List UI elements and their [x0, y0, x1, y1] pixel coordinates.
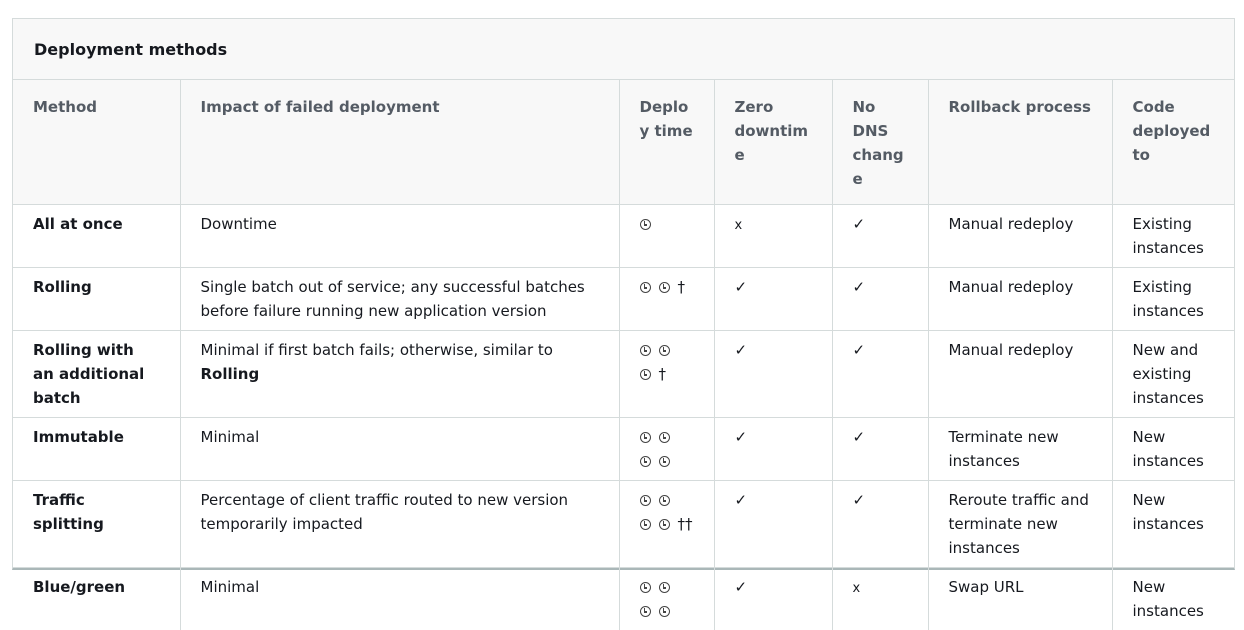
check-icon: ✓ [853, 215, 866, 233]
zero-downtime-cell: ✓ [714, 268, 832, 331]
impact-cell: Single batch out of service; any success… [180, 268, 619, 331]
rollback-process-cell: Manual redeploy [928, 331, 1112, 418]
clock-icon [659, 606, 670, 617]
no-dns-change-cell: ✓ [832, 268, 928, 331]
header-code-deployed-to: Code deployed to [1112, 80, 1234, 205]
code-deployed-to-cell: New instances [1112, 481, 1234, 568]
impact-text: Minimal [201, 578, 260, 596]
deploy-time-cell [619, 418, 714, 481]
clock-icon [659, 582, 670, 593]
no-dns-change-cell: ✓ [832, 418, 928, 481]
code-deployed-to-cell: Existing instances [1112, 268, 1234, 331]
method-cell: Rolling with an additional batch [13, 331, 180, 418]
clock-icon [659, 495, 670, 506]
clock-icon [659, 456, 670, 467]
impact-cell: Minimal [180, 568, 619, 630]
impact-text: Percentage of client traffic routed to n… [201, 491, 569, 533]
clock-icon [659, 519, 670, 530]
impact-cell: Minimal [180, 418, 619, 481]
code-deployed-to-cell: New and existing instances [1112, 331, 1234, 418]
dagger-footnote-mark: †† [678, 515, 693, 533]
impact-text: Downtime [201, 215, 277, 233]
no-dns-change-cell: ✓ [832, 481, 928, 568]
table-row: Immutable Minimal ✓ ✓ Terminate new instance… [13, 418, 1234, 481]
deployment-methods-table: Method Impact of failed deployment Deplo… [13, 80, 1234, 630]
method-cell: Traffic splitting [13, 481, 180, 568]
impact-text: Single batch out of service; any success… [201, 278, 585, 320]
impact-cell: Downtime [180, 205, 619, 268]
method-cell: Blue/green [13, 568, 180, 630]
clock-icon [640, 432, 651, 443]
rollback-process-cell: Swap URL [928, 568, 1112, 630]
deploy-time-cell [619, 568, 714, 630]
deploy-time-cell: † [619, 331, 714, 418]
zero-downtime-cell: ✓ [714, 568, 832, 630]
method-cell: Immutable [13, 418, 180, 481]
cross-icon: x [853, 581, 861, 596]
method-cell: Rolling [13, 268, 180, 331]
dagger-footnote-mark: † [678, 278, 686, 296]
check-icon: ✓ [735, 278, 748, 296]
clock-icon [659, 432, 670, 443]
header-no-dns-change: No DNS change [832, 80, 928, 205]
clock-icon [659, 345, 670, 356]
zero-downtime-cell: ✓ [714, 481, 832, 568]
zero-downtime-cell: ✓ [714, 418, 832, 481]
rollback-process-cell: Reroute traffic and terminate new instan… [928, 481, 1112, 568]
no-dns-change-cell: ✓ [832, 331, 928, 418]
header-row: Method Impact of failed deployment Deplo… [13, 80, 1234, 205]
clock-icon [640, 582, 651, 593]
check-icon: ✓ [853, 428, 866, 446]
clock-icon [640, 606, 651, 617]
clock-icon [640, 282, 651, 293]
check-icon: ✓ [853, 278, 866, 296]
clock-icon [640, 219, 651, 230]
zero-downtime-cell: x [714, 205, 832, 268]
code-deployed-to-cell: New instances [1112, 418, 1234, 481]
table-row: Traffic splitting Percentage of client tr… [13, 481, 1234, 568]
check-icon: ✓ [735, 428, 748, 446]
code-deployed-to-cell: Existing instances [1112, 205, 1234, 268]
cross-icon: x [735, 218, 743, 233]
rollback-process-cell: Manual redeploy [928, 268, 1112, 331]
clock-icon [640, 345, 651, 356]
clock-icon [659, 282, 670, 293]
rollback-process-cell: Terminate new instances [928, 418, 1112, 481]
header-rollback-process: Rollback process [928, 80, 1112, 205]
check-icon: ✓ [853, 341, 866, 359]
check-icon: ✓ [735, 578, 748, 596]
table-row: Rolling Single batch out of service; any … [13, 268, 1234, 331]
dagger-footnote-mark: † [659, 365, 667, 383]
impact-cell: Minimal if first batch fails; otherwise,… [180, 331, 619, 418]
table-caption: Deployment methods [13, 19, 1234, 80]
check-icon: ✓ [853, 491, 866, 509]
clock-icon [640, 495, 651, 506]
clock-icon [640, 519, 651, 530]
rollback-process-cell: Manual redeploy [928, 205, 1112, 268]
impact-bold-text: Rolling [201, 365, 260, 383]
check-icon: ✓ [735, 491, 748, 509]
zero-downtime-cell: ✓ [714, 331, 832, 418]
no-dns-change-cell: x [832, 568, 928, 630]
impact-text: Minimal if first batch fails; otherwise,… [201, 341, 553, 359]
check-icon: ✓ [735, 341, 748, 359]
deployment-methods-table-container: Deployment methods Method Impact of fail… [12, 18, 1235, 570]
deploy-time-cell [619, 205, 714, 268]
impact-text: Minimal [201, 428, 260, 446]
table-row: All at once Downtime x ✓ Manual redeployExis… [13, 205, 1234, 268]
table-row: Rolling with an additional batch Minimal … [13, 331, 1234, 418]
header-zero-downtime: Zero downtime [714, 80, 832, 205]
deploy-time-cell: † [619, 268, 714, 331]
code-deployed-to-cell: New instances [1112, 568, 1234, 630]
header-impact: Impact of failed deployment [180, 80, 619, 205]
clock-icon [640, 456, 651, 467]
deploy-time-cell: †† [619, 481, 714, 568]
table-row: Blue/green Minimal ✓ x Swap URLNew instances [13, 568, 1234, 630]
no-dns-change-cell: ✓ [832, 205, 928, 268]
impact-cell: Percentage of client traffic routed to n… [180, 481, 619, 568]
clock-icon [640, 369, 651, 380]
header-deploy-time: Deploy time [619, 80, 714, 205]
method-cell: All at once [13, 205, 180, 268]
header-method: Method [13, 80, 180, 205]
